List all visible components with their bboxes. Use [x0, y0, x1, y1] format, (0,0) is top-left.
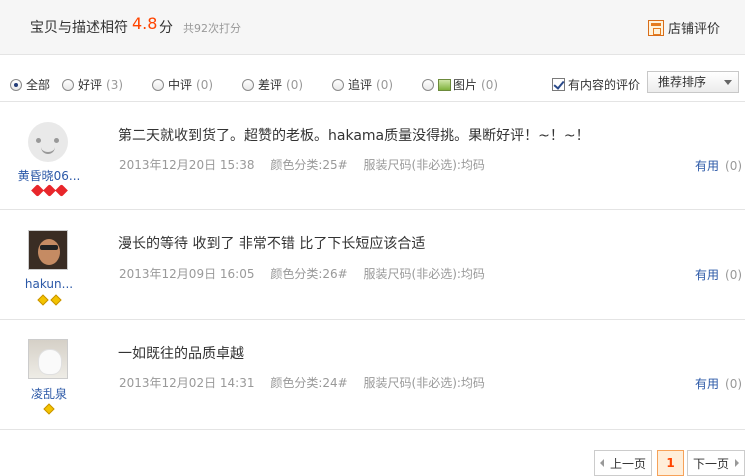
filter-good[interactable]: 好评 (3)	[62, 76, 123, 93]
heart-icon	[30, 184, 44, 197]
heart-icon	[42, 184, 56, 197]
review-item: 黄昏晓06... 第二天就收到货了。超赞的老板。hakama质量没得挑。果断好评…	[0, 102, 745, 210]
diamond-icon	[36, 294, 49, 306]
sort-select[interactable]: 推荐排序	[647, 71, 739, 93]
radio-icon	[332, 78, 344, 91]
useful-button[interactable]: 有用 (0)	[695, 375, 742, 392]
useful-button[interactable]: 有用 (0)	[695, 266, 742, 283]
has-content-checkbox[interactable]: 有内容的评价	[552, 76, 640, 93]
review-content: 第二天就收到货了。超赞的老板。hakama质量没得挑。果断好评！~！~！	[118, 128, 590, 144]
chevron-left-icon	[599, 459, 604, 467]
page-number-current[interactable]: 1	[657, 450, 684, 476]
filter-followup[interactable]: 追评 (0)	[332, 76, 393, 93]
filter-bad[interactable]: 差评 (0)	[242, 76, 303, 93]
avatar[interactable]	[28, 122, 68, 162]
rating-summary-bar: 宝贝与描述相符 4.8 分 共92次打分 店铺评价	[0, 0, 745, 55]
avatar[interactable]	[28, 230, 68, 270]
heart-icon	[54, 184, 68, 197]
reviewer-name[interactable]: hakun...	[0, 277, 98, 291]
shop-rating-link[interactable]: 店铺评价	[648, 18, 720, 37]
review-item: hakun... 漫长的等待 收到了 非常不错 比了下长短应该合适 2013年1…	[0, 210, 745, 320]
buyer-rank-badge	[0, 294, 98, 306]
review-date: 2013年12月20日 15:38	[119, 158, 255, 172]
review-content: 漫长的等待 收到了 非常不错 比了下长短应该合适	[118, 236, 426, 252]
prev-page-label: 上一页	[609, 456, 646, 471]
checkbox-checked-icon	[552, 78, 565, 91]
radio-icon	[422, 78, 434, 91]
reviewer-name[interactable]: 凌乱泉	[0, 385, 98, 402]
review-meta: 2013年12月09日 16:05 颜色分类:26# 服装尺码(非必选):均码	[119, 265, 497, 282]
radio-icon	[242, 78, 254, 91]
diamond-icon	[49, 294, 62, 306]
filter-followup-count: (0)	[376, 77, 394, 92]
useful-count: (0)	[725, 377, 743, 391]
useful-count: (0)	[725, 268, 743, 282]
filter-medium-count: (0)	[196, 77, 214, 92]
review-color: 颜色分类:26#	[270, 267, 348, 281]
review-date: 2013年12月02日 14:31	[119, 376, 255, 390]
rating-unit: 分	[159, 20, 173, 36]
radio-icon	[62, 78, 74, 91]
filter-bad-count: (0)	[286, 77, 304, 92]
next-page-button[interactable]: 下一页	[687, 450, 745, 476]
review-meta: 2013年12月20日 15:38 颜色分类:25# 服装尺码(非必选):均码	[119, 156, 497, 173]
rating-label: 宝贝与描述相符	[30, 20, 128, 36]
filter-bar: 全部 好评 (3) 中评 (0) 差评 (0) 追评 (0) 图片 (0) 有内…	[0, 66, 745, 102]
useful-button[interactable]: 有用 (0)	[695, 157, 742, 174]
filter-photo-count: (0)	[481, 77, 499, 92]
avatar[interactable]	[28, 339, 68, 379]
chevron-right-icon	[735, 459, 739, 467]
review-meta: 2013年12月02日 14:31 颜色分类:24# 服装尺码(非必选):均码	[119, 374, 497, 391]
radio-icon	[152, 78, 164, 91]
useful-label: 有用	[695, 268, 720, 282]
filter-all[interactable]: 全部	[10, 76, 50, 93]
review-color: 颜色分类:24#	[270, 376, 348, 390]
review-item: 凌乱泉 一如既往的品质卓越 2013年12月02日 14:31 颜色分类:24#…	[0, 320, 745, 430]
diamond-icon	[43, 403, 55, 415]
review-size: 服装尺码(非必选):均码	[363, 267, 485, 281]
filter-medium[interactable]: 中评 (0)	[152, 76, 213, 93]
filter-photo[interactable]: 图片 (0)	[422, 76, 498, 93]
rating-score: 4.8	[132, 14, 158, 33]
review-content: 一如既往的品质卓越	[118, 346, 244, 362]
review-size: 服装尺码(非必选):均码	[363, 376, 485, 390]
filter-good-count: (3)	[106, 77, 124, 92]
shop-rating-icon	[648, 19, 664, 36]
useful-label: 有用	[695, 159, 720, 173]
next-page-label: 下一页	[692, 456, 729, 471]
filter-all-label: 全部	[26, 78, 51, 92]
review-date: 2013年12月09日 16:05	[119, 267, 255, 281]
shop-rating-label: 店铺评价	[668, 22, 721, 37]
review-color: 颜色分类:25#	[270, 158, 348, 172]
buyer-rank-badge	[0, 184, 98, 197]
buyer-rank-badge	[0, 403, 98, 415]
filter-bad-label: 差评	[258, 78, 283, 92]
prev-page-button[interactable]: 上一页	[594, 450, 652, 476]
picture-icon	[438, 78, 451, 91]
filter-photo-label: 图片	[453, 78, 478, 92]
useful-label: 有用	[695, 377, 720, 391]
sort-selected-value: 推荐排序	[658, 75, 707, 89]
review-size: 服装尺码(非必选):均码	[363, 158, 485, 172]
filter-medium-label: 中评	[168, 78, 193, 92]
rating-count: 共92次打分	[183, 22, 241, 35]
radio-selected-icon	[10, 78, 22, 91]
reviewer-name[interactable]: 黄昏晓06...	[0, 167, 98, 184]
filter-followup-label: 追评	[348, 78, 373, 92]
has-content-label: 有内容的评价	[568, 78, 641, 92]
chevron-down-icon	[724, 80, 732, 85]
filter-good-label: 好评	[78, 78, 103, 92]
useful-count: (0)	[725, 159, 743, 173]
